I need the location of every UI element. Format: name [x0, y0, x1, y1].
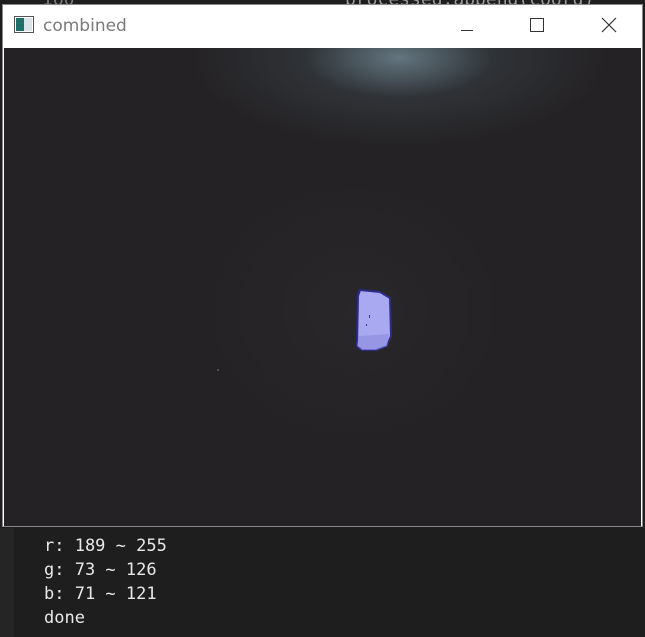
console-output: r: 189 ~ 255 g: 73 ~ 126 b: 71 ~ 121 don… [0, 528, 645, 637]
console-line-b: b: 71 ~ 121 [44, 584, 157, 604]
detected-region-overlay [355, 288, 393, 351]
minimize-button[interactable] [444, 5, 490, 48]
window-title: combined [43, 16, 127, 36]
combined-window: combined [2, 4, 643, 527]
maximize-icon [530, 17, 544, 36]
maximize-button[interactable] [514, 5, 560, 48]
camera-image-canvas[interactable] [4, 48, 641, 526]
close-button[interactable] [586, 5, 632, 48]
close-icon [601, 17, 617, 37]
minimize-icon [461, 17, 473, 36]
console-line-done: done [44, 608, 85, 628]
console-line-g: g: 73 ~ 126 [44, 560, 157, 580]
console-gutter [0, 528, 14, 637]
titlebar[interactable]: combined [3, 5, 642, 48]
noise-speck [217, 369, 219, 371]
window-app-icon [14, 16, 34, 33]
console-line-r: r: 189 ~ 255 [44, 536, 167, 556]
